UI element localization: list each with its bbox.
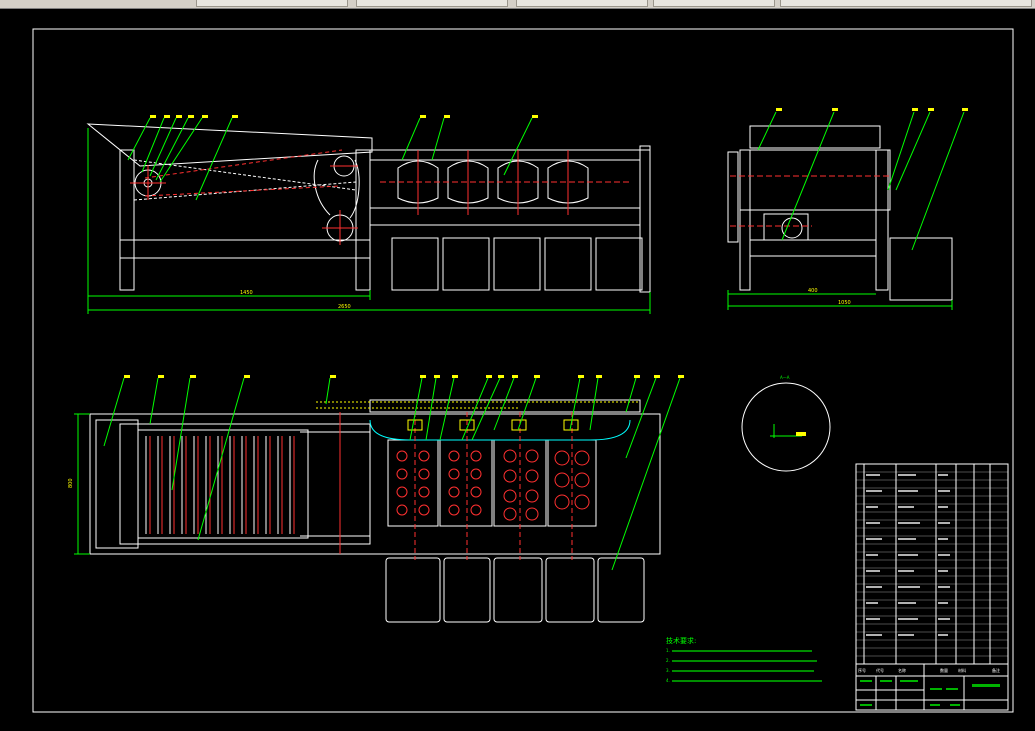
parts-list-rows	[856, 471, 1008, 657]
bin-2	[442, 237, 490, 291]
title-col-label: 数量	[940, 667, 948, 673]
bin-3	[493, 237, 541, 291]
plan-bin-1	[385, 557, 441, 623]
window-tab[interactable]	[516, 0, 648, 7]
window-tab[interactable]	[653, 0, 775, 7]
plan-bin-4	[545, 557, 595, 623]
plan-bearing-blocks	[407, 419, 579, 431]
dimension-side-total: 1050	[838, 300, 851, 306]
note-line: 4.	[666, 678, 670, 683]
note-line: 3.	[666, 668, 670, 673]
plan-view	[89, 399, 661, 623]
window-tab[interactable]	[780, 0, 1032, 7]
title-col-label: 代号	[876, 667, 884, 673]
feed-hopper	[86, 123, 373, 167]
title-col-label: 材料	[958, 667, 966, 673]
gearbox-outline	[889, 237, 953, 301]
drawing-border	[32, 28, 1014, 713]
plan-bin-2	[443, 557, 491, 623]
plan-bin-5	[597, 557, 645, 623]
title-col-label: 名称	[898, 667, 906, 673]
plan-roller-outlines	[145, 436, 291, 534]
plan-view-leaders	[74, 377, 681, 571]
plan-holes	[396, 449, 590, 521]
title-col-label: 备注	[992, 667, 1000, 673]
bin-5	[595, 237, 643, 291]
bin-4	[544, 237, 592, 291]
dimension-front-total: 2650	[338, 304, 351, 310]
dimension-side-inner: 400	[808, 288, 818, 294]
frame-leg-left	[119, 149, 135, 291]
detail-view	[741, 382, 831, 472]
window-tab[interactable]	[196, 0, 348, 7]
title-col-label: 序号	[858, 667, 866, 673]
front-view-leaders	[87, 117, 651, 314]
bin-1	[391, 237, 439, 291]
title-block-signatures	[860, 680, 1000, 706]
side-view	[727, 125, 953, 301]
plan-bin-3	[493, 557, 543, 623]
front-view-centerlines	[130, 149, 632, 245]
note-line: 1.	[666, 648, 670, 653]
plan-leader-tags	[124, 375, 684, 378]
dimension-front-inner: 1450	[240, 290, 253, 296]
detail-label: A—A	[780, 375, 790, 380]
title-block-header: 序号 代号 名称 数量 材料 备注	[858, 667, 1000, 673]
parts-list-cell-fills	[866, 474, 950, 636]
front-view-leader-tags	[150, 115, 538, 118]
dimension-plan-height: 800	[68, 478, 74, 488]
side-leg-right	[875, 149, 889, 291]
cad-drawing-canvas[interactable]: 1450 2650 400 1050 800 A—A 技术要求: 1. 2. 3…	[0, 8, 1035, 731]
notes-title: 技术要求:	[666, 636, 696, 645]
side-view-leader-tags	[776, 108, 968, 111]
note-line: 2.	[666, 658, 670, 663]
side-leg-left	[739, 149, 751, 291]
side-view-centerlines	[730, 175, 890, 227]
side-view-leaders	[727, 111, 965, 310]
window-tab[interactable]	[356, 0, 508, 7]
technical-notes: 技术要求: 1. 2. 3. 4.	[666, 636, 822, 683]
